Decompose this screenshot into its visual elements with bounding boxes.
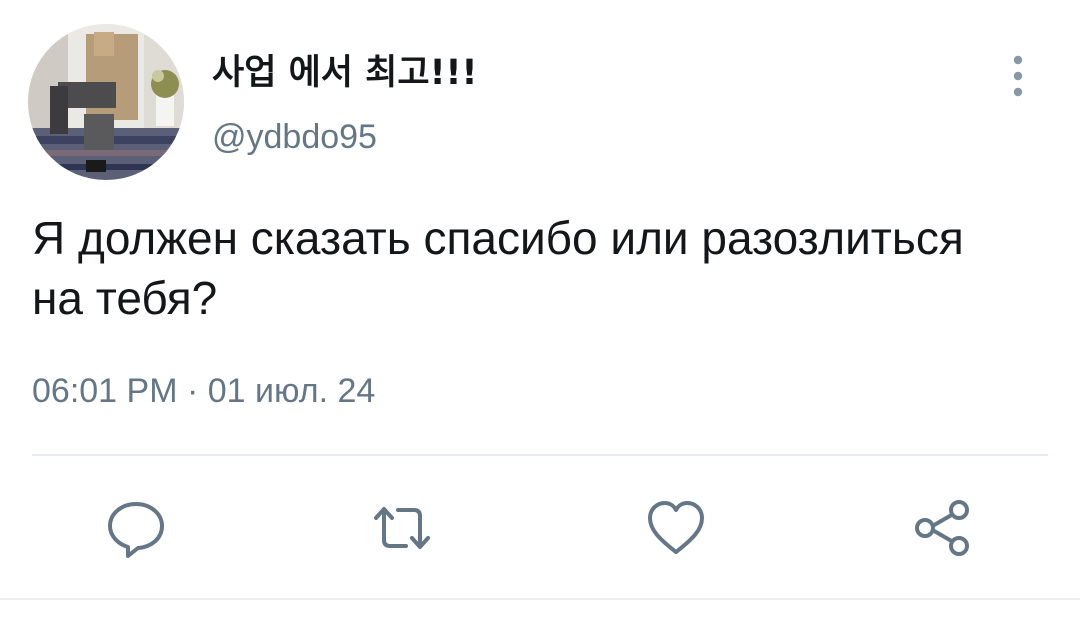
speech-bubble-icon: [108, 502, 164, 558]
more-options-button[interactable]: [996, 52, 1040, 100]
divider: [32, 454, 1048, 456]
retweet-arrows-icon: [374, 507, 430, 549]
display-name[interactable]: 사업 에서 최고!!!: [212, 44, 477, 95]
share-nodes-icon: [915, 500, 969, 556]
tweet-timestamp[interactable]: 06:01 PM · 01 июл. 24: [32, 372, 375, 411]
vertical-dots-icon: [1013, 55, 1023, 97]
user-handle[interactable]: @ydbdo95: [212, 118, 377, 157]
retweet-button[interactable]: [370, 496, 434, 560]
reply-button[interactable]: [104, 496, 168, 560]
heart-outline-icon: [648, 501, 704, 554]
tweet-card: 사업 에서 최고!!! @ydbdo95 Я должен сказать сп…: [0, 0, 1080, 618]
avatar[interactable]: [28, 24, 184, 180]
tweet-text: Я должен сказать спасибо или разозлиться…: [32, 212, 964, 324]
bottom-divider: [0, 598, 1080, 600]
like-button[interactable]: [644, 496, 708, 560]
share-button[interactable]: [910, 496, 974, 560]
avatar-image: [28, 24, 184, 180]
